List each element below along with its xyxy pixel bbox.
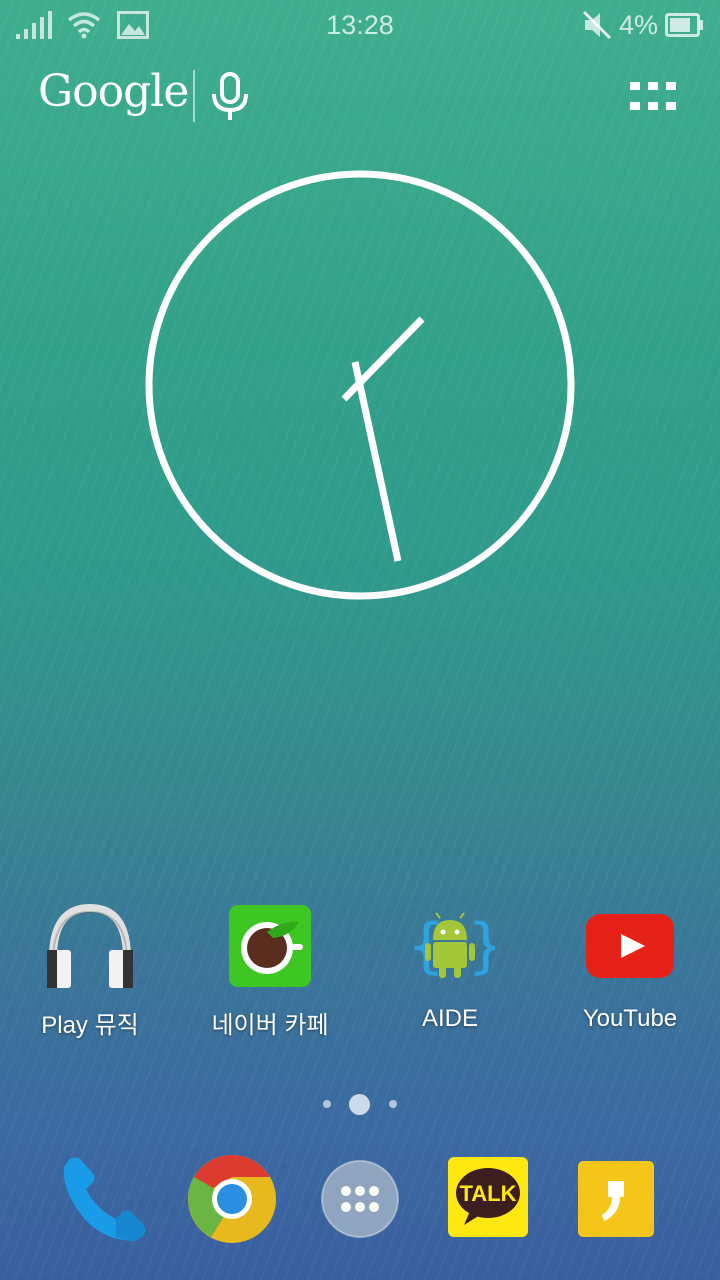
naver-cafe-icon — [225, 900, 315, 990]
headphones-icon — [45, 900, 135, 990]
status-bar: 13:28 4% — [0, 0, 720, 50]
app-label: AIDE — [421, 1005, 478, 1032]
svg-text:TALK: TALK — [459, 1181, 516, 1206]
page-dot-current — [349, 1094, 370, 1115]
minute-hand — [351, 361, 402, 562]
app-label: YouTube — [582, 1005, 678, 1032]
youtube-icon — [585, 900, 675, 990]
battery-icon — [665, 8, 705, 42]
status-time: 13:28 — [326, 10, 394, 40]
phone-icon[interactable] — [60, 1153, 152, 1245]
google-search-logo[interactable]: Google — [38, 66, 189, 117]
kakaostory-icon[interactable] — [574, 1153, 666, 1245]
kakaotalk-icon[interactable]: TALK — [444, 1153, 536, 1245]
home-screen: 13:28 4% Google Play 뮤직 네이버 카페 AIDE YouT… — [0, 0, 720, 1280]
chrome-icon[interactable] — [186, 1153, 278, 1245]
page-indicator — [0, 1090, 720, 1120]
app-play-music[interactable]: Play 뮤직 — [0, 895, 180, 1055]
mute-icon — [582, 8, 612, 42]
app-label: 네이버 카페 — [211, 1012, 329, 1039]
mic-icon[interactable] — [208, 72, 252, 126]
analog-clock-widget[interactable] — [140, 165, 580, 609]
app-drawer-icon[interactable] — [314, 1153, 406, 1245]
hour-hand — [341, 316, 425, 402]
app-aide[interactable]: { } AIDE — [360, 895, 540, 1055]
android-braces-icon: { } — [405, 900, 505, 990]
app-naver-cafe[interactable]: 네이버 카페 — [180, 895, 360, 1055]
page-dot — [323, 1100, 331, 1108]
battery-percent: 4% — [619, 9, 659, 40]
app-label: Play 뮤직 — [41, 1012, 139, 1039]
app-youtube[interactable]: YouTube — [540, 895, 720, 1055]
search-divider — [193, 70, 195, 122]
page-dot — [389, 1100, 397, 1108]
apps-grid-icon[interactable] — [628, 80, 682, 118]
